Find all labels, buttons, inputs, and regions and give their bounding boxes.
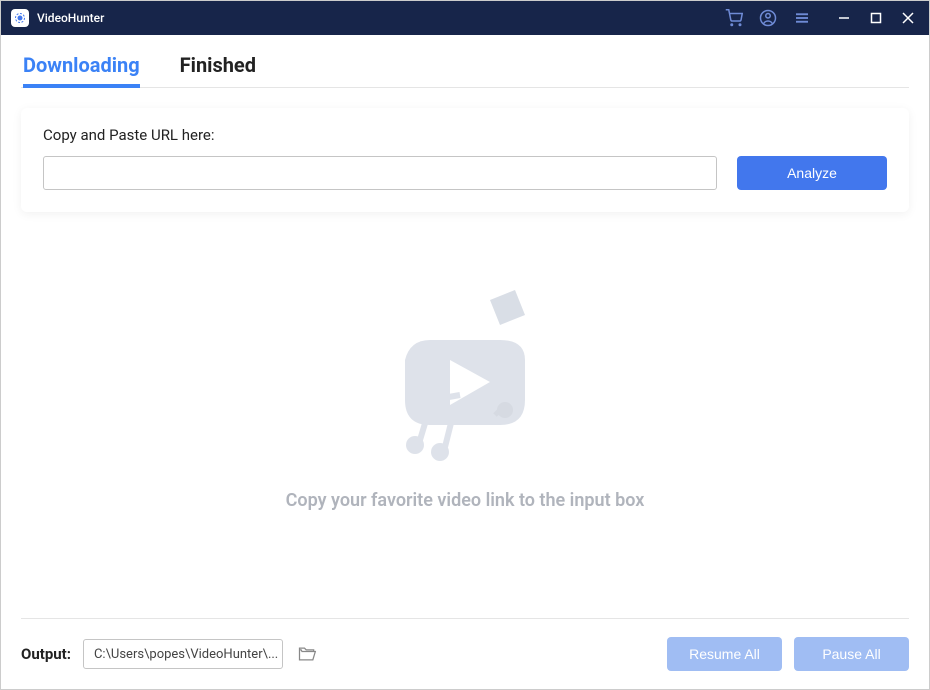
analyze-button[interactable]: Analyze	[737, 156, 887, 190]
output-label: Output:	[21, 645, 71, 663]
close-icon[interactable]	[899, 9, 917, 27]
output-path[interactable]: C:\Users\popes\VideoHunter\...	[83, 639, 283, 669]
tab-finished[interactable]: Finished	[180, 53, 256, 87]
app-logo-icon	[11, 9, 29, 27]
cart-icon[interactable]	[723, 7, 745, 29]
minimize-icon[interactable]	[835, 9, 853, 27]
url-card: Copy and Paste URL here: Analyze	[21, 108, 909, 212]
empty-illustration-icon	[360, 280, 570, 470]
content-area: Downloading Finished Copy and Paste URL …	[1, 35, 929, 618]
tab-downloading[interactable]: Downloading	[23, 53, 140, 87]
footer: Output: C:\Users\popes\VideoHunter\... R…	[21, 618, 909, 689]
titlebar-left: VideoHunter	[11, 9, 104, 27]
tabs: Downloading Finished	[21, 35, 909, 88]
maximize-icon[interactable]	[867, 9, 885, 27]
empty-state-message: Copy your favorite video link to the inp…	[286, 490, 645, 511]
titlebar-right	[723, 7, 917, 29]
menu-icon[interactable]	[791, 7, 813, 29]
window-controls	[835, 9, 917, 27]
empty-state: Copy your favorite video link to the inp…	[21, 212, 909, 618]
titlebar: VideoHunter	[1, 1, 929, 35]
pause-all-button[interactable]: Pause All	[794, 637, 909, 671]
url-label: Copy and Paste URL here:	[43, 126, 887, 144]
url-row: Analyze	[43, 156, 887, 190]
app-title: VideoHunter	[37, 11, 104, 25]
folder-icon[interactable]	[295, 642, 319, 666]
resume-all-button[interactable]: Resume All	[667, 637, 782, 671]
user-icon[interactable]	[757, 7, 779, 29]
url-input[interactable]	[43, 156, 717, 190]
